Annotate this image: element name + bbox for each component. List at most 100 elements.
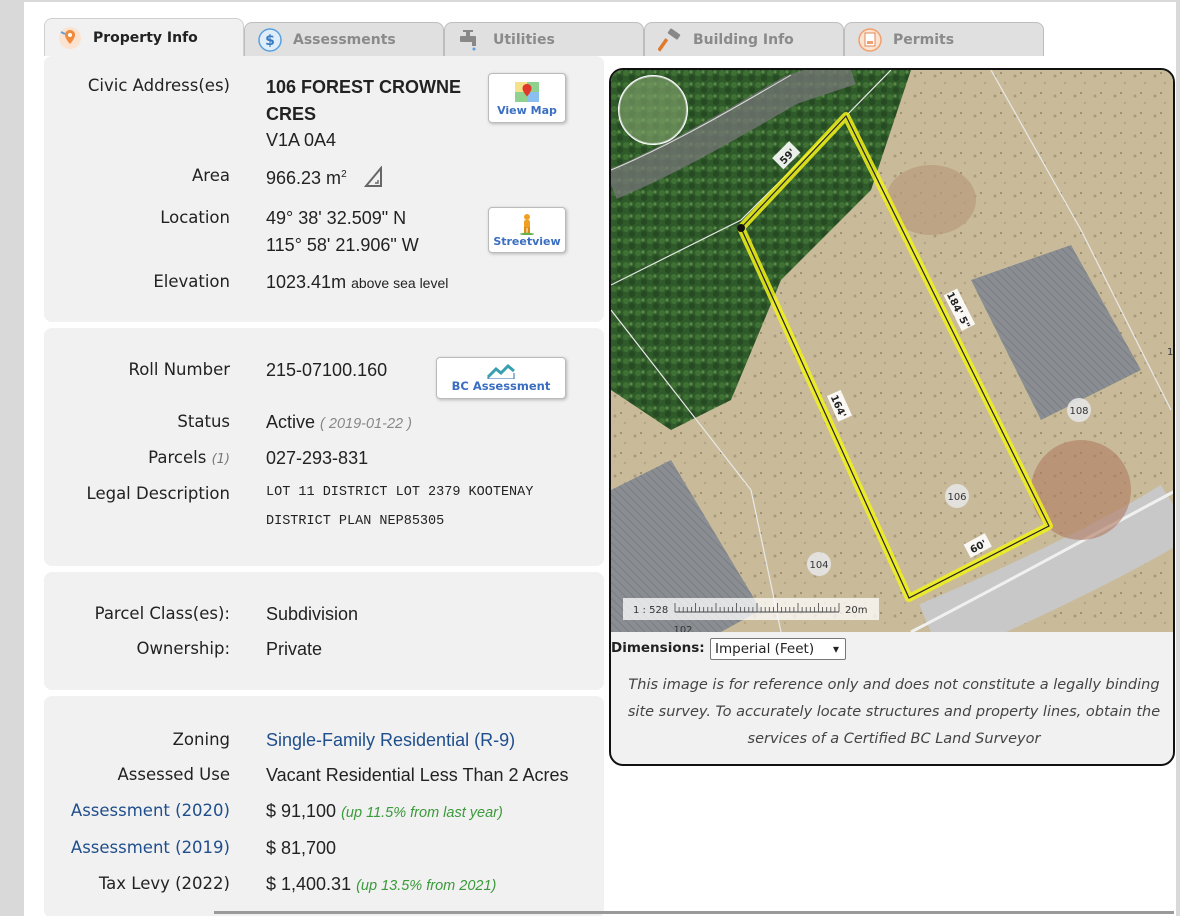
streetview-button[interactable]: Streetview: [488, 207, 566, 253]
bottom-divider: [214, 911, 1174, 914]
zoning-panel: Zoning Single-Family Residential (R-9) A…: [44, 696, 604, 916]
tab-property-info[interactable]: Property Info: [44, 18, 244, 56]
scale-bar: 1 : 528 20m: [623, 598, 879, 620]
status-date: ( 2019-01-22 ): [320, 416, 412, 432]
tab-label: Building Info: [693, 31, 794, 48]
ownership-label: Ownership:: [136, 639, 230, 658]
area-number: 966.23 m: [266, 168, 342, 188]
svg-text:110: 110: [1167, 347, 1175, 358]
tax-levy-change: (up 13.5% from 2021): [356, 878, 497, 894]
pegman-icon: [520, 213, 534, 235]
elevation-number: 1023.41m: [266, 272, 347, 292]
zoning-label: Zoning: [172, 730, 230, 749]
svg-text:108: 108: [1069, 406, 1088, 417]
zoning-link[interactable]: Single-Family Residential (R-9): [266, 730, 515, 751]
dimensions-select[interactable]: Imperial (Feet) ▾: [710, 638, 846, 660]
chevron-down-icon: ▾: [832, 642, 839, 656]
measure-triangle-icon[interactable]: [363, 165, 384, 193]
parcel-class-label: Parcel Class(es):: [94, 604, 230, 623]
hammer-icon: [657, 27, 683, 53]
ownership-value: Private: [266, 639, 323, 659]
area-label: Area: [192, 166, 230, 185]
dollar-icon: $: [257, 27, 283, 53]
map-disclaimer: This image is for reference only and doe…: [627, 677, 1161, 747]
address-value: 106 FOREST CROWNE CRES: [266, 77, 462, 124]
parcels-label: Parcels (1): [148, 448, 230, 467]
lot-badge-110: 110: [1167, 347, 1175, 358]
view-map-button[interactable]: View Map: [488, 73, 566, 123]
longitude: 115° 58' 21.906" W: [266, 235, 419, 255]
parcel-class-value: Subdivision: [266, 604, 359, 624]
area-value: 966.23 m2: [266, 168, 347, 189]
property-info-content: Civic Address(es) 106 FOREST CROWNE CRES…: [44, 56, 1175, 916]
roll-label: Roll Number: [128, 360, 230, 379]
lot-badge-106: 106: [945, 484, 969, 508]
permit-document-icon: [857, 27, 883, 53]
roll-value: 215-07100.160: [266, 360, 388, 380]
map-icon: [515, 81, 539, 102]
assessment-2020-amount: $ 91,100: [266, 801, 337, 821]
assessment-2020-change: (up 11.5% from last year): [341, 805, 503, 821]
status-label: Status: [177, 412, 230, 431]
svg-text:106: 106: [947, 492, 966, 503]
legal-value: LOT 11 DISTRICT LOT 2379 KOOTENAY DISTRI…: [266, 485, 534, 529]
assessment-2020-value: $ 91,100 (up 11.5% from last year): [266, 801, 503, 822]
svg-text:20m: 20m: [845, 605, 867, 616]
elevation-suffix: above sea level: [351, 275, 449, 291]
assessed-use-value: Vacant Residential Less Than 2 Acres: [266, 765, 569, 785]
bc-assessment-button[interactable]: BC Assessment: [436, 357, 566, 399]
tab-assessments[interactable]: $ Assessments: [244, 22, 444, 56]
assessment-2020-link[interactable]: Assessment (2020): [71, 801, 230, 820]
dimensions-label: Dimensions:: [611, 640, 705, 656]
lot-badge-104: 104: [807, 552, 831, 576]
roll-panel: Roll Number 215-07100.160 BC Assessment …: [44, 328, 604, 566]
svg-text:104: 104: [809, 560, 828, 571]
status-value: Active ( 2019-01-22 ): [266, 412, 412, 433]
tab-building-info[interactable]: Building Info: [644, 22, 844, 56]
tab-bar: Property Info $ Assessments Utilities Bu…: [44, 18, 1044, 58]
elevation-value: 1023.41m above sea level: [266, 272, 448, 293]
tax-levy-label: Tax Levy (2022): [98, 874, 230, 893]
tab-permits[interactable]: Permits: [844, 22, 1044, 56]
parcels-count: (1): [211, 452, 230, 467]
address-panel: Civic Address(es) 106 FOREST CROWNE CRES…: [44, 56, 604, 322]
parcel-class-panel: Parcel Class(es): Subdivision Ownership:…: [44, 572, 604, 690]
dimensions-selected: Imperial (Feet): [715, 641, 815, 657]
streetview-label: Streetview: [493, 234, 561, 248]
view-map-label: View Map: [497, 103, 557, 117]
assessment-2019-link[interactable]: Assessment (2019): [71, 838, 230, 857]
address-label: Civic Address(es): [87, 76, 230, 95]
tab-label: Property Info: [93, 29, 198, 46]
lot-badge-108: 108: [1067, 398, 1091, 422]
tab-utilities[interactable]: Utilities: [444, 22, 644, 56]
lot-badge-102: 102: [673, 625, 692, 636]
elevation-label: Elevation: [153, 272, 230, 291]
assessed-use-label: Assessed Use: [117, 765, 230, 784]
aerial-map[interactable]: 106 108 104 102 110 59' 184' 5": [611, 70, 1175, 660]
latitude: 49° 38' 32.509" N: [266, 208, 407, 228]
status-text: Active: [266, 412, 316, 432]
svg-text:102: 102: [673, 625, 692, 632]
overview-minimap[interactable]: [618, 75, 688, 145]
tax-levy-amount: $ 1,400.31: [266, 874, 352, 894]
parcel-map-card: 106 108 104 102 110 59' 184' 5": [609, 68, 1175, 766]
parcels-label-text: Parcels: [148, 448, 207, 467]
area-superscript: 2: [341, 169, 347, 180]
tax-levy-value: $ 1,400.31 (up 13.5% from 2021): [266, 874, 496, 895]
tab-label: Assessments: [293, 31, 396, 48]
svg-text:1 : 528: 1 : 528: [633, 605, 668, 616]
tab-label: Utilities: [493, 31, 555, 48]
postal-code: V1A 0A4: [266, 130, 337, 150]
faucet-icon: [457, 27, 483, 53]
dimensions-row: Dimensions: Imperial (Feet) ▾: [611, 636, 1173, 662]
svg-text:$: $: [265, 33, 275, 49]
bc-assessment-logo-icon: [486, 363, 515, 379]
bc-assessment-label: BC Assessment: [451, 379, 551, 393]
map-pin-icon: [57, 25, 83, 51]
tab-label: Permits: [893, 31, 955, 48]
parcels-value: 027-293-831: [266, 448, 369, 468]
page-container: Property Info $ Assessments Utilities Bu…: [24, 2, 1176, 916]
assessment-2019-value: $ 81,700: [266, 838, 337, 858]
legal-label: Legal Description: [86, 484, 230, 503]
location-label: Location: [160, 208, 230, 227]
